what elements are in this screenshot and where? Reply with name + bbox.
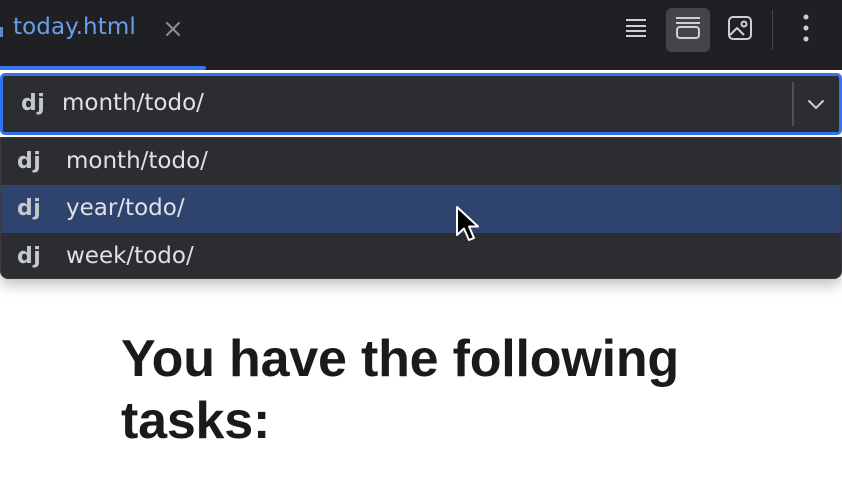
more-options-button[interactable]: [784, 8, 828, 52]
source-view-button[interactable]: [614, 8, 658, 52]
source-view-icon: [625, 18, 647, 42]
django-badge: dj: [17, 149, 42, 174]
dropdown-option-month[interactable]: dj month/todo/: [1, 138, 841, 186]
toolbar-separator: [772, 10, 773, 50]
tab-today-html[interactable]: today.html: [0, 0, 206, 70]
option-label: week/todo/: [66, 243, 194, 269]
preview-view-icon: [727, 15, 753, 45]
option-label: month/todo/: [66, 148, 208, 174]
mouse-pointer-icon: [455, 205, 483, 243]
chevron-down-icon[interactable]: [803, 91, 829, 117]
url-combo-box[interactable]: dj month/todo/: [0, 73, 842, 135]
url-dropdown-list: dj month/todo/ dj year/todo/ dj week/tod…: [0, 137, 842, 279]
tab-active-indicator: [0, 66, 206, 70]
dropdown-option-year[interactable]: dj year/todo/: [1, 185, 841, 233]
tab-scroll-edge: [0, 27, 3, 37]
split-view-button[interactable]: [666, 8, 710, 52]
more-options-icon: [803, 14, 809, 46]
django-badge: dj: [17, 196, 42, 221]
tab-label: today.html: [13, 14, 136, 40]
editor-window: today.html dj month/todo/ dj month/todo/…: [0, 0, 842, 502]
split-view-icon: [675, 16, 701, 44]
option-label: year/todo/: [66, 195, 185, 221]
editor-tab-bar: today.html: [0, 0, 842, 70]
preview-view-button[interactable]: [718, 8, 762, 52]
django-badge: dj: [17, 244, 42, 269]
close-icon[interactable]: [162, 18, 184, 40]
dropdown-option-week[interactable]: dj week/todo/: [1, 233, 841, 278]
combo-divider: [792, 82, 794, 126]
django-badge: dj: [21, 91, 46, 116]
page-heading: You have the following tasks:: [121, 330, 679, 450]
combo-value: month/todo/: [62, 90, 204, 116]
